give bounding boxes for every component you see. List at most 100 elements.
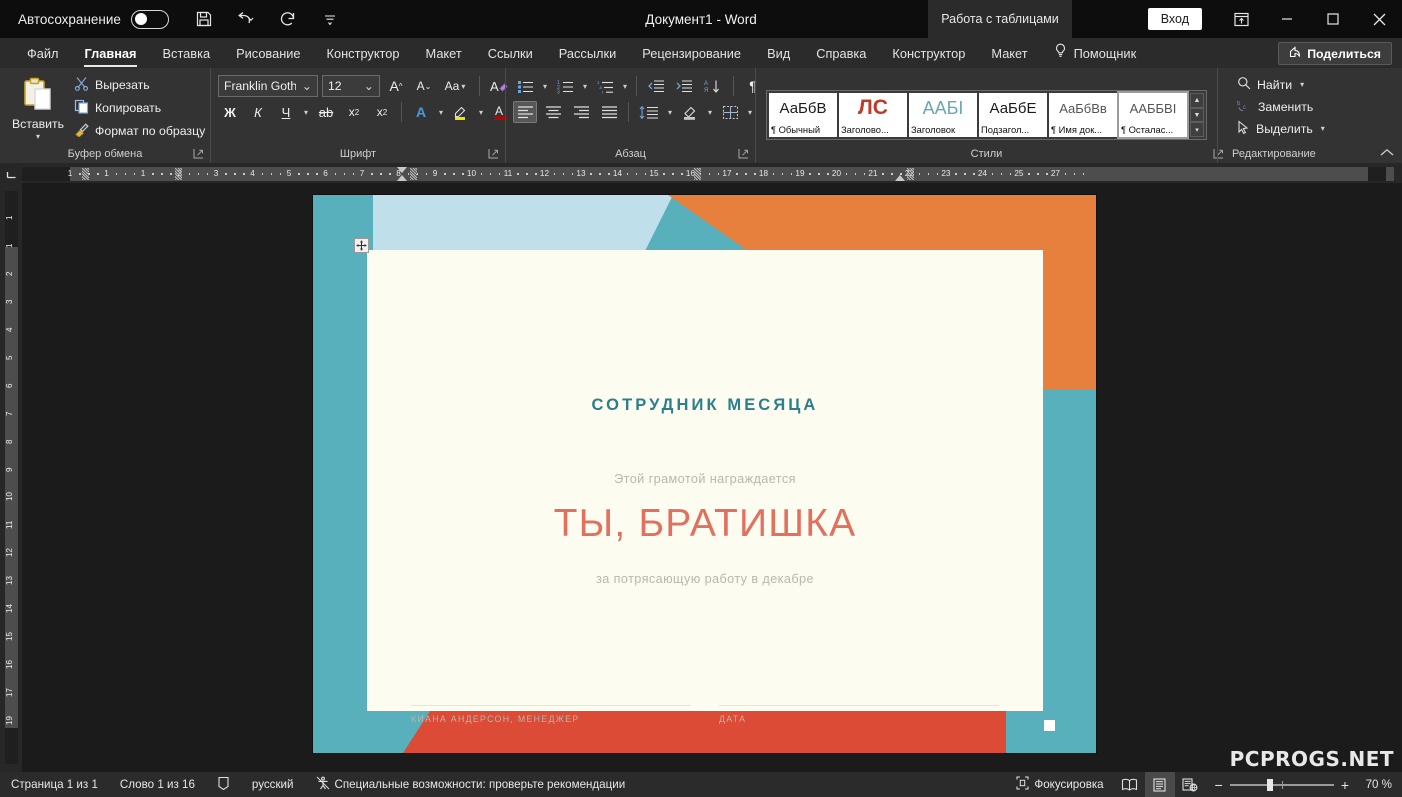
page-indicator[interactable]: Страница 1 из 1	[0, 772, 109, 797]
increase-indent-icon[interactable]	[672, 75, 696, 97]
format-painter-button[interactable]: Формат по образцу	[69, 120, 210, 142]
zoom-slider[interactable]	[1229, 778, 1334, 791]
horizontal-ruler[interactable]: 1112345678910111213141516171819202122232…	[22, 167, 1394, 181]
cut-button[interactable]: Вырезать	[69, 74, 210, 96]
table-move-handle-icon[interactable]	[354, 238, 369, 253]
sign-in-button[interactable]: Вход	[1147, 8, 1202, 30]
hanging-indent-marker[interactable]	[397, 175, 407, 181]
numbering-icon[interactable]: 123	[553, 75, 577, 97]
tab-tell-me[interactable]: Помощник	[1041, 40, 1150, 68]
copy-button[interactable]: Копировать	[69, 97, 210, 119]
decrease-indent-icon[interactable]	[644, 75, 668, 97]
ruler-tab-stop-mark[interactable]	[410, 168, 417, 180]
numbering-chevron-down-icon[interactable]: ▾	[581, 82, 589, 91]
signature-cell-manager[interactable]: КИАНА АНДЕРСОН, МЕНЕДЖЕР	[411, 705, 691, 724]
right-indent-marker[interactable]	[895, 175, 905, 181]
style-item-3[interactable]: АаБбЕ Подзагол...	[979, 93, 1047, 137]
underline-icon[interactable]: Ч	[274, 101, 298, 123]
ribbon-display-options-icon[interactable]	[1218, 0, 1264, 38]
tab-table-design[interactable]: Конструктор	[879, 40, 978, 68]
ruler-right-margin[interactable]	[1368, 167, 1386, 181]
paste-chevron-down-icon[interactable]: ▾	[34, 132, 42, 141]
tab-references[interactable]: Ссылки	[475, 40, 546, 68]
tab-help[interactable]: Справка	[803, 40, 879, 68]
autosave-control[interactable]: Автосохранение	[0, 9, 169, 29]
align-right-icon[interactable]	[569, 101, 593, 123]
read-mode-icon[interactable]	[1115, 772, 1145, 797]
document-canvas[interactable]: СОТРУДНИК МЕСЯЦА Этой грамотой награждае…	[22, 183, 1402, 772]
align-left-icon[interactable]	[513, 101, 537, 123]
grow-font-icon[interactable]: A ^	[384, 75, 408, 97]
tab-insert[interactable]: Вставка	[150, 40, 224, 68]
font-family-chevron-down-icon[interactable]: ⌄	[302, 79, 312, 93]
find-button[interactable]: Найти ▾	[1232, 74, 1332, 95]
tab-file[interactable]: Файл	[14, 40, 71, 68]
multilevel-list-icon[interactable]: 1ai	[593, 75, 617, 97]
certificate-card[interactable]: СОТРУДНИК МЕСЯЦА Этой грамотой награждае…	[367, 250, 1043, 724]
style-item-5[interactable]: ААББВІ ¶ Осталас...	[1117, 91, 1189, 139]
multilevel-chevron-down-icon[interactable]: ▾	[621, 82, 629, 91]
line-spacing-icon[interactable]	[636, 101, 662, 123]
vertical-ruler[interactable]: 1 1 2 3 4 5 6 7 8 9 10 11 12 13 14 15 16 17 19	[5, 191, 18, 764]
justify-icon[interactable]	[597, 101, 621, 123]
font-size-combo[interactable]: 12 ⌄	[322, 75, 380, 97]
web-layout-icon[interactable]	[1175, 772, 1205, 797]
borders-chevron-down-icon[interactable]: ▾	[746, 108, 754, 117]
select-button[interactable]: Выделить ▾	[1232, 118, 1332, 139]
text-effects-chevron-down-icon[interactable]: ▾	[437, 108, 445, 117]
table-resize-handle[interactable]	[1044, 720, 1055, 731]
document-page[interactable]: СОТРУДНИК МЕСЯЦА Этой грамотой награждае…	[313, 195, 1096, 753]
tab-draw[interactable]: Рисование	[223, 40, 313, 68]
close-icon[interactable]	[1356, 0, 1402, 38]
proofing-status[interactable]	[206, 772, 241, 797]
tab-review[interactable]: Рецензирование	[629, 40, 754, 68]
shading-chevron-down-icon[interactable]: ▾	[706, 108, 714, 117]
font-dialog-launcher-icon[interactable]	[488, 148, 499, 159]
style-item-0[interactable]: АаБбВ ¶ Обычный	[769, 93, 837, 137]
customize-qat-icon[interactable]	[317, 6, 343, 32]
styles-scroll-up-icon[interactable]: ▲	[1190, 93, 1204, 108]
shading-icon[interactable]	[678, 101, 702, 123]
styles-more-icon[interactable]: ▾	[1190, 122, 1204, 138]
bullets-chevron-down-icon[interactable]: ▾	[541, 82, 549, 91]
shrink-font-icon[interactable]: A ⌄	[412, 75, 436, 97]
style-item-2[interactable]: ААБІ Заголовок	[909, 93, 977, 137]
ruler-tab-stop-mark[interactable]	[175, 168, 182, 180]
select-chevron-down-icon[interactable]: ▾	[1319, 124, 1327, 133]
zoom-slider-handle[interactable]	[1267, 778, 1274, 791]
change-case-icon[interactable]: Aa ▾	[440, 75, 472, 97]
ruler-tab-stop-mark[interactable]	[694, 168, 701, 180]
language-indicator[interactable]: русский	[241, 772, 305, 797]
ruler-left-margin[interactable]	[22, 167, 70, 181]
vruler-bottom-margin[interactable]	[5, 728, 18, 764]
maximize-icon[interactable]	[1310, 0, 1356, 38]
align-center-icon[interactable]	[541, 101, 565, 123]
ruler-tab-stop-mark[interactable]	[82, 168, 89, 180]
text-effects-icon[interactable]: A	[409, 101, 433, 123]
replace-button[interactable]: bc Заменить	[1232, 96, 1332, 117]
redo-icon[interactable]	[275, 6, 301, 32]
tab-view[interactable]: Вид	[754, 40, 803, 68]
line-spacing-chevron-down-icon[interactable]: ▾	[666, 108, 674, 117]
focus-mode-button[interactable]: Фокусировка	[1005, 772, 1114, 797]
share-button[interactable]: Поделиться	[1278, 42, 1392, 65]
highlight-color-icon[interactable]	[449, 101, 473, 123]
font-family-combo[interactable]: Franklin Gothic ⌄	[218, 75, 318, 97]
tab-selector-button[interactable]	[0, 163, 22, 185]
font-size-chevron-down-icon[interactable]: ⌄	[364, 79, 374, 93]
tab-mailings[interactable]: Рассылки	[546, 40, 629, 68]
style-item-1[interactable]: ЛС Заголово...	[839, 93, 907, 137]
tab-layout[interactable]: Макет	[413, 40, 475, 68]
subscript-icon[interactable]: x2	[342, 101, 366, 123]
autosave-toggle[interactable]	[130, 9, 169, 29]
bullets-icon[interactable]	[513, 75, 537, 97]
zoom-in-button[interactable]: +	[1341, 777, 1349, 793]
minimize-icon[interactable]	[1264, 0, 1310, 38]
collapse-ribbon-icon[interactable]	[1380, 148, 1394, 160]
highlight-chevron-down-icon[interactable]: ▾	[477, 108, 485, 117]
superscript-icon[interactable]: x2	[370, 101, 394, 123]
tab-table-layout[interactable]: Макет	[978, 40, 1040, 68]
print-layout-icon[interactable]	[1144, 772, 1175, 797]
undo-icon[interactable]	[233, 6, 259, 32]
sort-icon[interactable]: АЯ	[700, 75, 726, 97]
